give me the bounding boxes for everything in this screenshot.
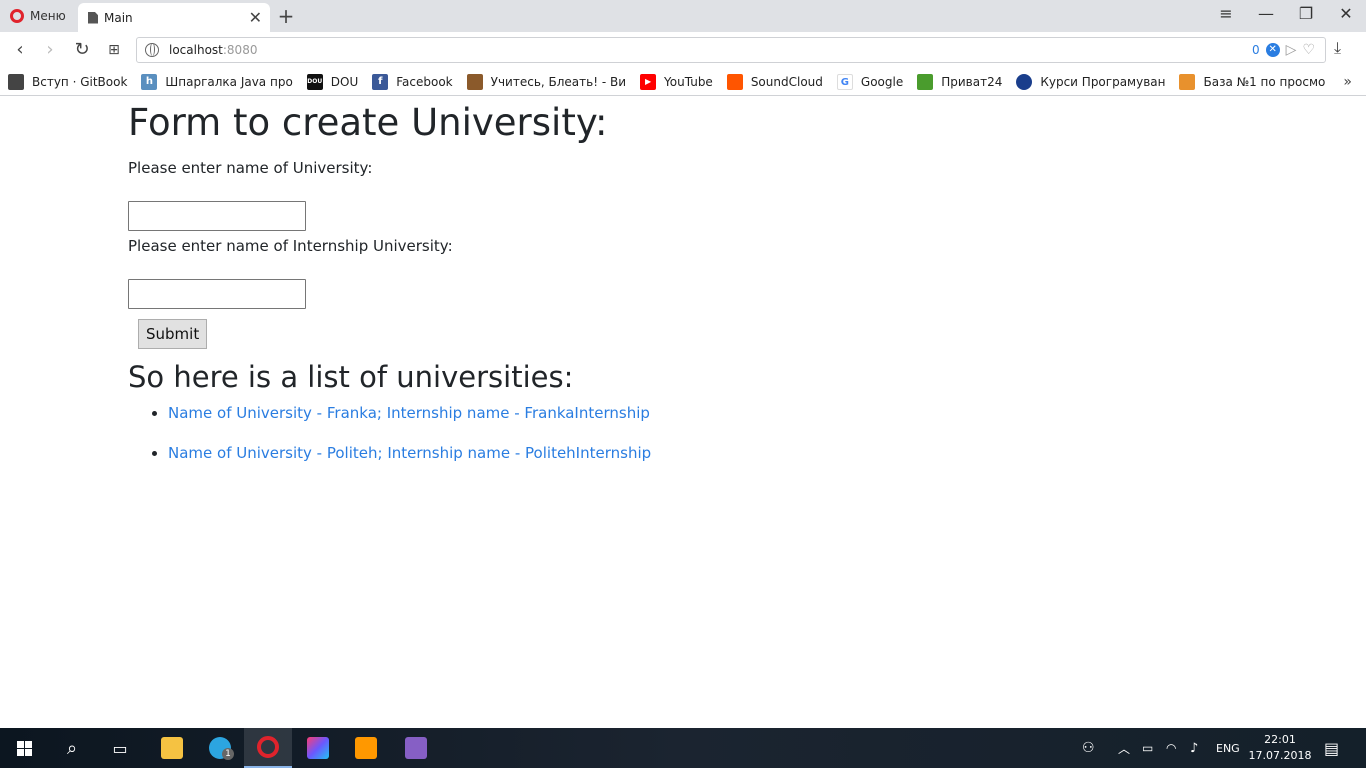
visual-studio-icon[interactable] [392,728,440,768]
tab-title: Main [104,10,133,25]
wifi-icon[interactable]: ◠ [1166,728,1176,768]
tab-close-icon[interactable]: ✕ [249,8,262,27]
bookmarks-bar: Вступ · GitBook h Шпаргалка Java про DOU D… [0,68,1366,96]
reload-button[interactable]: ↻ [70,38,94,62]
bookmark-label: Приват24 [941,74,1003,89]
university-link[interactable]: Name of University - Franka; Internship … [168,404,650,422]
cow-icon [466,73,483,90]
soundcloud-icon [726,73,743,90]
url-host: localhost [169,43,223,57]
bookmark-label: Шпаргалка Java про [165,74,293,89]
restore-button[interactable]: ❐ [1296,4,1316,23]
speed-dial-icon[interactable]: ⊞ [102,38,126,62]
bookmark-label: Facebook [396,74,453,89]
search-icon[interactable]: ⌕ [48,728,96,768]
page-icon [88,11,98,24]
clock-date: 17.07.2018 [1248,749,1312,762]
language-indicator[interactable]: ENG [1216,728,1240,768]
battery-icon[interactable]: ▭ [1142,728,1153,768]
download-icon[interactable]: ⤓ [1334,38,1341,58]
bookmark-facebook[interactable]: f Facebook [372,73,453,90]
globe-icon [145,43,159,57]
university-name-input[interactable] [128,201,306,231]
close-window-button[interactable]: ✕ [1336,4,1356,23]
address-actions: 0 ✕ ▷ ♡ [1252,42,1315,58]
bookmark-gitbook[interactable]: Вступ · GitBook [8,73,128,90]
bookmark-soundcloud[interactable]: SoundCloud [726,73,823,90]
bookmark-youtube[interactable]: ▶ YouTube [640,73,713,90]
opera-icon [10,9,24,23]
url-port: :8080 [222,43,258,57]
h-icon: h [141,73,158,90]
telegram-badge: 1 [222,748,234,760]
forward-button[interactable]: › [38,38,62,62]
university-list: Name of University - Franka; Internship … [168,401,928,465]
tab-main[interactable]: Main ✕ [78,3,270,32]
bookmark-label: Курси Програмуван [1040,74,1166,89]
university-link[interactable]: Name of University - Politeh; Internship… [168,444,651,462]
task-view-icon[interactable]: ▭ [96,728,144,768]
address-field[interactable]: localhost :8080 0 ✕ ▷ ♡ [136,37,1326,63]
adblock-count: 0 [1252,43,1260,57]
back-button[interactable]: ‹ [8,38,32,62]
internship-name-input[interactable] [128,279,306,309]
bookmark-label: Учитесь, Блеать! - Ви [490,74,627,89]
tab-menu-icon[interactable]: ≡ [1216,4,1236,23]
facebook-icon: f [372,73,389,90]
course-icon [1016,73,1033,90]
bookmark-label: Google [860,74,904,89]
youtube-icon: ▶ [640,73,657,90]
bookmark-google[interactable]: G Google [836,73,904,90]
send-icon[interactable]: ▷ [1286,42,1297,58]
bookmark-label: DOU [330,74,359,89]
clock-time: 22:01 [1264,733,1296,746]
bookmark-label: YouTube [664,74,713,89]
tab-strip: Меню Main ✕ + ≡ — ❐ ✕ [0,0,1366,32]
telegram-icon[interactable]: 1 [196,728,244,768]
menu-label: Меню [30,9,66,23]
intellij-icon[interactable] [294,728,342,768]
page-content: Form to create University: Please enter … [128,101,928,481]
minimize-button[interactable]: — [1256,4,1276,23]
address-toolbar: ‹ › ↻ ⊞ localhost :8080 0 ✕ ▷ ♡ [0,32,1366,68]
file-explorer-icon[interactable] [148,728,196,768]
opera-taskbar-icon[interactable] [244,728,292,768]
windows-icon [16,740,32,756]
university-label: Please enter name of University: [128,159,373,177]
internship-label: Please enter name of Internship Universi… [128,237,453,255]
heart-icon[interactable]: ♡ [1302,42,1315,58]
new-tab-button[interactable]: + [276,4,296,28]
google-icon: G [836,73,853,90]
clock[interactable]: 22:01 17.07.2018 [1248,732,1312,764]
chevron-more-icon[interactable]: » [1343,74,1352,90]
sublime-icon[interactable] [342,728,390,768]
bookmark-label: База №1 по просмо [1203,74,1326,89]
people-icon[interactable]: ⚇ [1082,728,1095,768]
dou-icon: DOU [306,73,323,90]
bookmark-courses[interactable]: Курси Програмуван [1016,73,1166,90]
bookmark-label: SoundCloud [750,74,823,89]
opera-menu-button[interactable]: Меню [0,0,76,32]
page-viewport: Form to create University: Please enter … [0,97,1366,728]
start-button[interactable] [0,728,48,768]
bookmark-label: Вступ · GitBook [32,74,128,89]
bookmark-learn[interactable]: Учитесь, Блеать! - Ви [466,73,627,90]
bookmark-dou[interactable]: DOU DOU [306,73,359,90]
privat-icon [917,73,934,90]
bookmark-base[interactable]: База №1 по просмо [1179,73,1326,90]
bookmark-privat24[interactable]: Приват24 [917,73,1003,90]
book-icon [8,73,24,90]
adblock-icon[interactable]: ✕ [1265,43,1280,57]
page-title: Form to create University: [128,101,608,144]
notifications-icon[interactable]: ▤ [1324,728,1339,768]
list-heading: So here is a list of universities: [128,360,574,394]
submit-button[interactable]: Submit [138,319,208,349]
chevron-up-icon[interactable]: ︿ [1118,728,1130,768]
list-item: Name of University - Politeh; Internship… [168,441,928,465]
list-item: Name of University - Franka; Internship … [168,401,928,425]
volume-icon[interactable]: ♪ [1190,728,1198,768]
taskbar: ⌕ ▭ 1 ⚇ ︿ ▭ ◠ ♪ ENG 22:01 17.07.2018 ▤ [0,728,1366,768]
bookmark-java-cheatsheet[interactable]: h Шпаргалка Java про [141,73,293,90]
tiger-icon [1179,73,1196,90]
